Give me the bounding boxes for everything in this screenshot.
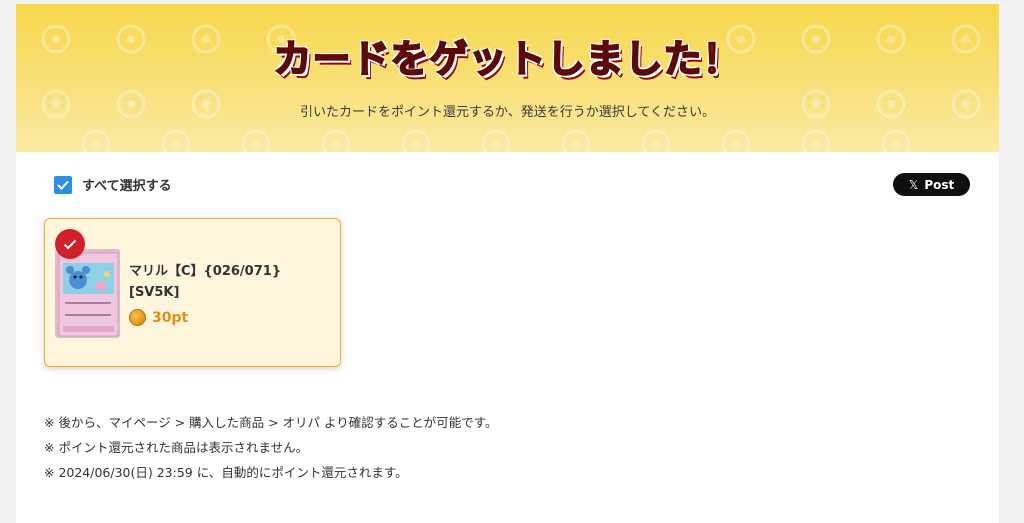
selected-check-icon [55, 229, 85, 259]
note-item: ※ 2024/06/30(日) 23:59 に、自動的にポイント還元されます。 [44, 465, 408, 480]
x-post-button[interactable]: 𝕏 Post [893, 173, 970, 196]
card-item[interactable]: マリル【C】{026/071} [SV5K] 30pt [44, 218, 341, 367]
note-item: ※ ポイント還元された商品は表示されません。 [44, 440, 309, 455]
note-item: ※ 後から、マイページ > 購入した商品 > オリパ より確認することが可能です… [44, 415, 498, 430]
notes-list: ※ 後から、マイページ > 購入した商品 > オリパ より確認することが可能です… [44, 414, 498, 489]
page-subtitle: 引いたカードをポイント還元するか、発送を行うか選択してください。 [300, 105, 715, 120]
card-thumbnail [55, 249, 120, 338]
select-all-label: すべて選択する [82, 179, 172, 194]
select-all-checkbox[interactable]: すべて選択する [54, 175, 172, 194]
x-logo-icon: 𝕏 [908, 177, 919, 192]
coin-icon [129, 309, 146, 326]
points-value: 30pt [152, 309, 189, 326]
hero-banner: カードをゲットしました！ 引いたカードをポイント還元するか、発送を行うか選択して… [16, 4, 999, 152]
card-points: 30pt [129, 309, 188, 326]
result-panel: カードをゲットしました！ 引いたカードをポイント還元するか、発送を行うか選択して… [16, 4, 999, 523]
checkbox-checked-icon[interactable] [54, 175, 72, 194]
page-title: カードをゲットしました！ [272, 36, 742, 82]
x-post-label: Post [924, 177, 955, 192]
card-name: マリル【C】{026/071} [SV5K] [129, 264, 282, 300]
